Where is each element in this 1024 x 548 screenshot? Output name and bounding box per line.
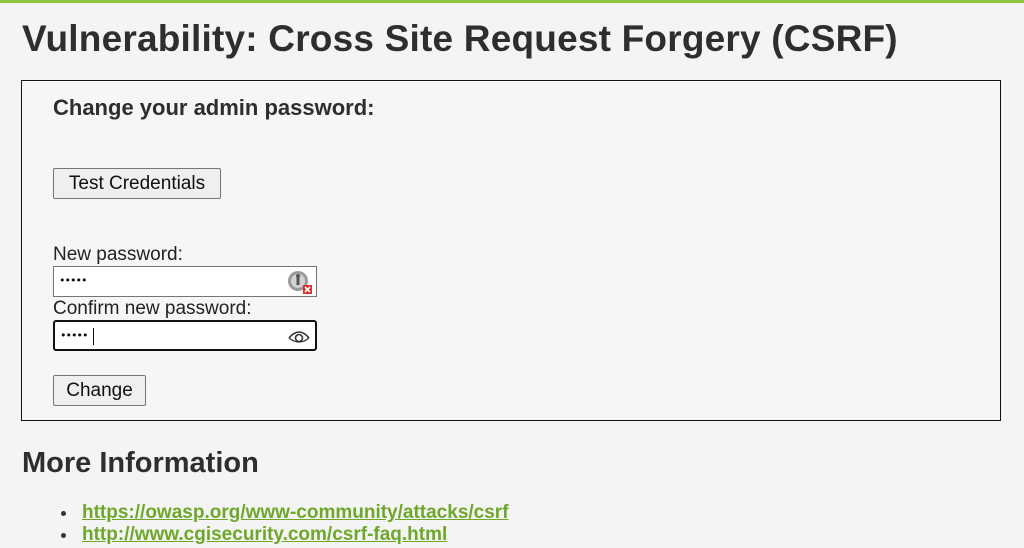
top-accent-bar — [0, 0, 1024, 3]
page-title: Vulnerability: Cross Site Request Forger… — [22, 18, 898, 59]
new-password-field[interactable]: ••••• — [53, 266, 317, 297]
list-item: https://owasp.org/www-community/attacks/… — [0, 500, 509, 523]
cgisecurity-csrf-faq-link[interactable]: http://www.cgisecurity.com/csrf-faq.html — [82, 524, 447, 545]
confirm-password-label: Confirm new password: — [53, 298, 252, 319]
list-item: http://www.cgisecurity.com/csrf-faq.html — [0, 522, 509, 545]
form-heading: Change your admin password: — [53, 95, 375, 120]
eye-icon[interactable] — [285, 323, 313, 350]
new-password-label: New password: — [53, 244, 183, 265]
password-manager-warning-icon[interactable] — [286, 268, 314, 295]
owasp-csrf-link[interactable]: https://owasp.org/www-community/attacks/… — [82, 502, 509, 523]
change-button[interactable]: Change — [53, 375, 146, 406]
more-information-links: https://owasp.org/www-community/attacks/… — [0, 500, 509, 545]
new-password-value: ••••• — [59, 274, 87, 287]
text-caret — [93, 328, 94, 345]
csrf-form-panel: Change your admin password: Test Credent… — [21, 80, 1001, 421]
more-information-heading: More Information — [22, 447, 259, 479]
bullet — [61, 511, 66, 516]
confirm-password-field[interactable]: ••••• — [53, 320, 317, 351]
confirm-password-value: ••••• — [60, 329, 88, 342]
test-credentials-button[interactable]: Test Credentials — [53, 168, 221, 199]
bullet — [61, 533, 66, 538]
